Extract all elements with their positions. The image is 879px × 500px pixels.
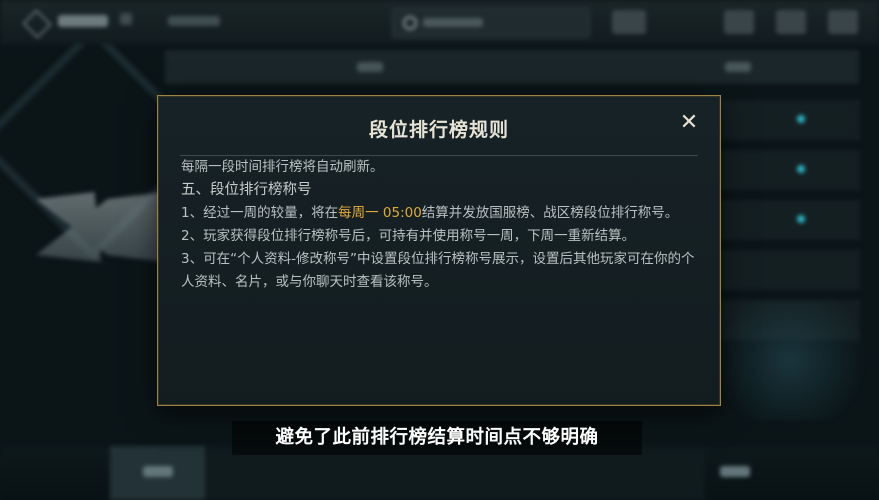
- rule-item-1-text: 1、经过一周的较量，将在: [181, 205, 339, 221]
- section-heading: 五、段位排行榜称号: [181, 182, 312, 198]
- rules-dialog: 段位排行榜规则 ✕ 每隔一段时间排行榜将自动刷新。 五、段位排行榜称号 1、经过…: [157, 95, 721, 406]
- search-icon: [403, 16, 417, 30]
- rule-item-1: 1、经过一周的较量，将在每周一 05:00结算并发放国服榜、战区榜段位排行称号。: [181, 202, 698, 225]
- ranking-tabs: [165, 50, 859, 84]
- sub-icon: [120, 13, 132, 25]
- settlement-time: 每周一 05:00: [338, 205, 422, 221]
- refresh-note: 每隔一段时间排行榜将自动刷新。: [181, 159, 384, 175]
- bottom-tab[interactable]: [700, 446, 770, 500]
- close-icon[interactable]: ✕: [678, 112, 700, 134]
- status-dot-icon: [797, 215, 805, 223]
- list-item[interactable]: [720, 250, 860, 290]
- top-bar: [0, 0, 879, 44]
- top-tab[interactable]: [168, 16, 220, 26]
- game-logo-text: [58, 15, 108, 27]
- search-placeholder: [423, 18, 483, 27]
- ranking-tab-2[interactable]: [725, 62, 751, 72]
- rule-item-2: 2、玩家获得段位排行榜称号后，可持有并使用称号一周，下周一重新结算。: [181, 228, 636, 244]
- top-button-3[interactable]: [828, 10, 858, 34]
- filter-button[interactable]: [612, 10, 646, 34]
- status-dot-icon: [797, 165, 805, 173]
- rule-item-3: 3、可在“个人资料-修改称号”中设置段位排行榜称号展示，设置后其他玩家可在你的个…: [181, 251, 695, 290]
- top-button-1[interactable]: [724, 10, 754, 34]
- list-item[interactable]: [720, 100, 860, 140]
- rules-content: 每隔一段时间排行榜将自动刷新。 五、段位排行榜称号 1、经过一周的较量，将在每周…: [181, 156, 698, 405]
- status-dot-icon: [797, 115, 805, 123]
- bottom-tab-active[interactable]: [110, 446, 206, 500]
- background-glow: [700, 300, 879, 420]
- dialog-title: 段位排行榜规则: [368, 119, 509, 141]
- video-subtitle: 避免了此前排行榜结算时间点不够明确: [232, 421, 642, 455]
- game-logo-icon: [22, 9, 52, 39]
- list-item[interactable]: [720, 150, 860, 190]
- ranking-tab-1[interactable]: [357, 62, 383, 72]
- top-button-2[interactable]: [776, 10, 806, 34]
- rule-item-1-text-end: 结算并发放国服榜、战区榜段位排行称号。: [421, 205, 679, 221]
- bottom-tab-label: [143, 466, 173, 477]
- list-item[interactable]: [720, 200, 860, 240]
- bottom-tab-label: [720, 466, 750, 477]
- search-box[interactable]: [392, 8, 590, 38]
